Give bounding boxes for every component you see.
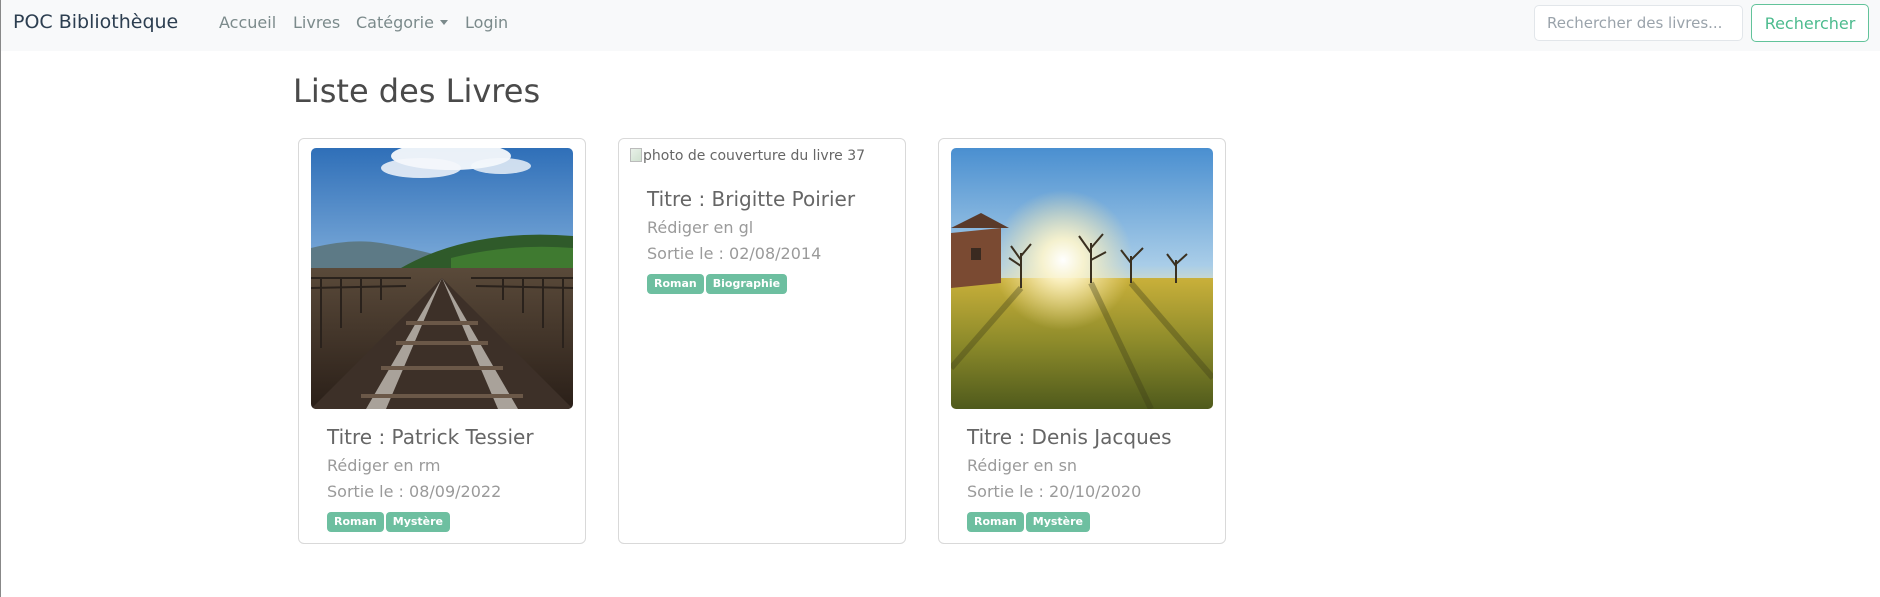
tag-list: Roman Mystère [327, 510, 534, 532]
card-body: Titre : Patrick Tessier Rédiger en rm So… [327, 425, 534, 532]
caret-down-icon [439, 20, 448, 25]
tag-badge[interactable]: Roman [967, 512, 1024, 532]
nav-link-livres[interactable]: Livres [293, 0, 340, 45]
book-card[interactable]: photo de couverture du livre 37 Titre : … [618, 138, 906, 544]
nav-link-accueil[interactable]: Accueil [219, 0, 276, 45]
book-card[interactable]: Titre : Denis Jacques Rédiger en sn Sort… [938, 138, 1226, 544]
book-title: Titre : Brigitte Poirier [647, 187, 856, 211]
search-input[interactable] [1534, 5, 1743, 41]
navbar: POC Bibliothèque Accueil Livres Catégori… [1, 0, 1880, 51]
tag-list: Roman Mystère [967, 510, 1172, 532]
brand-link[interactable]: POC Bibliothèque [13, 0, 178, 45]
nav-link-login[interactable]: Login [465, 0, 508, 45]
nav-dropdown-label: Catégorie [356, 13, 434, 32]
broken-image-icon [630, 148, 642, 162]
tag-badge[interactable]: Roman [327, 512, 384, 532]
book-cover-image[interactable] [951, 148, 1213, 409]
tag-badge[interactable]: Roman [647, 274, 704, 294]
book-release-date: Sortie le : 08/09/2022 [327, 482, 502, 501]
book-card[interactable]: Titre : Patrick Tessier Rédiger en rm So… [298, 138, 586, 544]
tag-badge[interactable]: Mystère [1025, 512, 1091, 532]
book-language: Rédiger en sn [967, 456, 1078, 475]
search-button[interactable]: Rechercher [1751, 4, 1869, 42]
tag-badge[interactable]: Mystère [385, 512, 451, 532]
book-release-date: Sortie le : 20/10/2020 [967, 482, 1142, 501]
book-language: Rédiger en rm [327, 456, 441, 475]
tag-badge[interactable]: Biographie [705, 274, 788, 294]
book-title: Titre : Denis Jacques [967, 425, 1172, 449]
nav-dropdown-categorie[interactable]: Catégorie [356, 0, 448, 45]
book-release-date: Sortie le : 02/08/2014 [647, 244, 822, 263]
page-title: Liste des Livres [293, 72, 541, 110]
book-title: Titre : Patrick Tessier [327, 425, 534, 449]
card-body: Titre : Denis Jacques Rédiger en sn Sort… [967, 425, 1172, 532]
card-body: Titre : Brigitte Poirier Rédiger en gl S… [647, 187, 855, 294]
image-alt-text: photo de couverture du livre 37 [643, 148, 866, 164]
book-cover-image[interactable]: photo de couverture du livre 37 [630, 148, 865, 164]
book-cover-image[interactable] [311, 148, 573, 409]
tag-list: Roman Biographie [647, 272, 855, 294]
book-language: Rédiger en gl [647, 218, 754, 237]
